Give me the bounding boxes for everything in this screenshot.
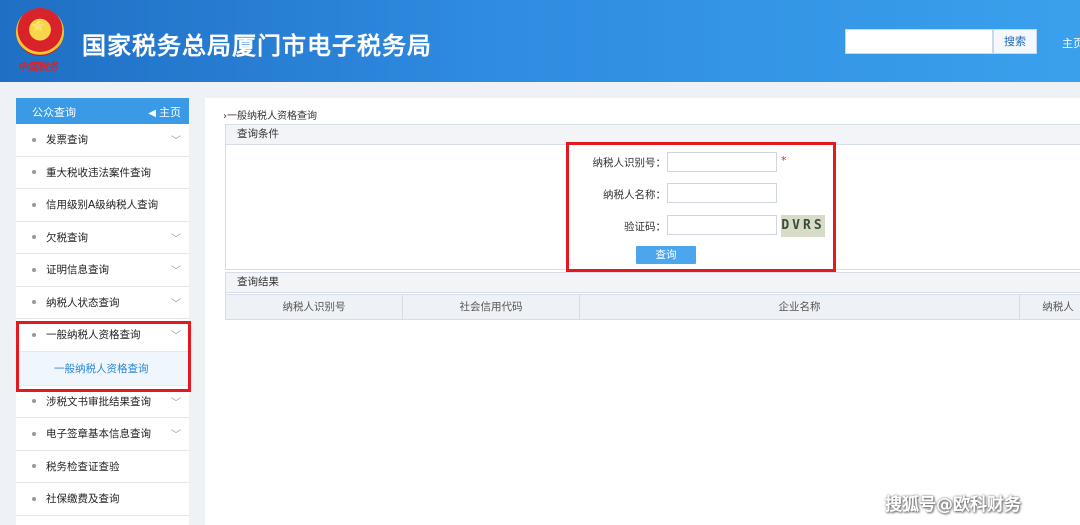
bullet-icon [32, 170, 36, 175]
chevron-down-icon: ﹀ [171, 266, 181, 277]
watermark: 搜狐号@欧科财务 [885, 495, 1021, 515]
bullet-icon [32, 431, 36, 436]
sidebar-item-major-violations[interactable]: 重大税收违法案件查询 [16, 156, 189, 189]
sidebar-item-label: 税务检查证查验 [46, 460, 120, 473]
sidebar-item-e-seal[interactable]: 电子签章基本信息查询 ﹀ [16, 418, 189, 451]
back-arrow-icon: ◀ [148, 108, 156, 119]
sidebar-item-label: 电子签章基本信息查询 [46, 428, 151, 441]
sidebar-home-link[interactable]: ◀ 主页 [148, 104, 181, 120]
sidebar: 公众查询 ◀ 主页 发票查询 ﹀ 重大税收违法案件查询 信用级别A级纳税人查询 欠税… [16, 98, 189, 525]
bullet-icon [32, 267, 36, 272]
column-header-credit-code: 社会信用代码 [403, 295, 580, 319]
chevron-down-icon: ﹀ [171, 397, 181, 409]
results-panel-title: 查询结果 [226, 273, 1080, 293]
column-header-company-name: 企业名称 [580, 295, 1020, 319]
bullet-icon [32, 496, 36, 501]
column-header-taxpayer-id: 纳税人识别号 [226, 295, 403, 319]
sidebar-item-label: 社保缴费及查询 [46, 493, 120, 506]
bullet-icon [32, 202, 36, 207]
column-header-taxpayer: 纳税人 [1042, 301, 1074, 313]
sidebar-item-taxpayer-status[interactable]: 纳税人状态查询 ﹀ [16, 286, 189, 319]
sidebar-item-label: 证明信息查询 [46, 264, 109, 277]
results-table-header: 纳税人识别号 社会信用代码 企业名称 纳税人 [226, 294, 1080, 320]
sidebar-item-label: 重大税收违法案件查询 [46, 166, 151, 179]
sidebar-item-tax-arrears[interactable]: 欠税查询 ﹀ [16, 221, 189, 254]
site-header: ★ 中国税务 国家税务总局厦门市电子税务局 搜索 主页 [0, 0, 1080, 82]
sidebar-header: 公众查询 ◀ 主页 [16, 98, 189, 124]
sidebar-highlight-box [16, 321, 191, 392]
form-highlight-box [566, 142, 836, 272]
chevron-down-icon: ﹀ [171, 233, 181, 245]
bullet-icon [32, 300, 36, 305]
bullet-icon [32, 464, 36, 469]
seal-text: 中国税务 [18, 62, 58, 73]
sidebar-item-invoice[interactable]: 发票查询 ﹀ [16, 124, 189, 157]
sidebar-item-social-security[interactable]: 社保缴费及查询 [16, 483, 189, 516]
sidebar-item-label: 涉税文书审批结果查询 [46, 395, 151, 408]
header-home-link[interactable]: 主页 [1062, 35, 1080, 51]
sidebar-item-credit-a[interactable]: 信用级别A级纳税人查询 [16, 189, 189, 222]
bullet-icon [32, 235, 36, 240]
sidebar-home-label: 主页 [159, 106, 181, 119]
bullet-icon [32, 137, 36, 142]
breadcrumb: ›一般纳税人资格查询 [223, 111, 317, 122]
sidebar-item-label: 信用级别A级纳税人查询 [46, 199, 159, 212]
sidebar-item-certificate[interactable]: 证明信息查询 ﹀ [16, 254, 189, 287]
sidebar-title: 公众查询 [32, 106, 76, 119]
tax-emblem-icon: ★ [16, 8, 64, 56]
search-button[interactable]: 搜索 [993, 29, 1037, 54]
sidebar-item-label: 纳税人状态查询 [46, 296, 120, 309]
site-title: 国家税务总局厦门市电子税务局 [82, 32, 432, 60]
sidebar-item-label: 欠税查询 [46, 231, 88, 244]
search-input[interactable] [845, 29, 993, 54]
chevron-down-icon: ﹀ [171, 298, 181, 310]
chevron-down-icon: ﹀ [171, 136, 181, 147]
query-results-panel: 查询结果 纳税人识别号 社会信用代码 企业名称 纳税人 [225, 272, 1080, 320]
sidebar-item-inspection-verify[interactable]: 税务检查证查验 [16, 450, 189, 483]
sidebar-item-label: 发票查询 [46, 134, 88, 147]
chevron-down-icon: ﹀ [171, 430, 181, 441]
bullet-icon [32, 399, 36, 404]
